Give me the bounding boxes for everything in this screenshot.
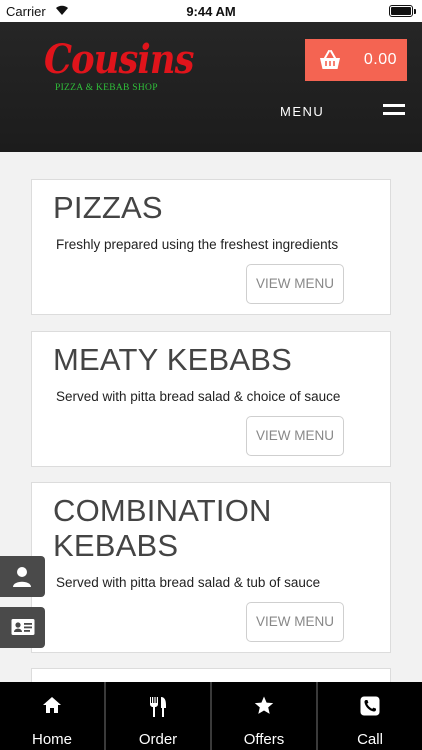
basket-icon: [320, 50, 340, 69]
nav-label: Order: [138, 731, 178, 748]
category-title: MEATY KEBABS: [53, 342, 293, 377]
category-description: Served with pitta bread salad & choice o…: [56, 389, 341, 404]
view-menu-button[interactable]: VIEW MENU: [246, 264, 344, 304]
nav-call[interactable]: Call: [318, 682, 422, 750]
cart-total: 0.00: [363, 51, 397, 68]
phone-icon: [360, 696, 380, 716]
logo-title[interactable]: Cousins: [44, 36, 194, 83]
logo-subtitle: PIZZA & KEBAB SHOP: [55, 83, 158, 93]
category-title: PIZZAS: [53, 190, 163, 225]
view-menu-button[interactable]: VIEW MENU: [246, 416, 344, 456]
status-bar: Carrier 9:44 AM: [0, 0, 422, 22]
home-icon: [43, 697, 61, 713]
nav-label: Call: [357, 731, 383, 748]
side-tab-contact[interactable]: [0, 607, 45, 648]
menu-categories: PIZZAS Freshly prepared using the freshe…: [0, 152, 422, 682]
nav-label: Home: [31, 731, 72, 748]
app-header: Cousins PIZZA & KEBAB SHOP 0.00 MENU: [0, 22, 422, 152]
menu-label[interactable]: MENU: [280, 104, 324, 119]
cutlery-icon: [150, 697, 166, 717]
category-card-combination-kebabs: COMBINATION KEBABS Served with pitta bre…: [31, 482, 391, 653]
category-card-pizzas: PIZZAS Freshly prepared using the freshe…: [31, 179, 391, 315]
nav-order[interactable]: Order: [106, 682, 212, 750]
clock: 9:44 AM: [186, 4, 236, 19]
nav-offers[interactable]: Offers: [212, 682, 318, 750]
nav-label: Offers: [243, 731, 285, 748]
star-icon: [254, 696, 274, 714]
nav-home[interactable]: Home: [0, 682, 106, 750]
category-title: COMBINATION KEBABS: [53, 493, 272, 563]
category-card-meaty-kebabs: MEATY KEBABS Served with pitta bread sal…: [31, 331, 391, 467]
cart-button[interactable]: 0.00: [305, 39, 407, 81]
battery-icon: [389, 5, 416, 17]
category-description: Freshly prepared using the freshest ingr…: [56, 237, 339, 252]
bottom-nav: Home Order Offers Call: [0, 682, 422, 750]
user-icon: [13, 567, 31, 587]
category-description: Served with pitta bread salad & tub of s…: [56, 575, 321, 590]
side-tab-account[interactable]: [0, 556, 45, 597]
contact-card-icon: [11, 619, 35, 635]
view-menu-button[interactable]: VIEW MENU: [246, 602, 344, 642]
category-card-partial: [31, 668, 391, 682]
hamburger-icon[interactable]: [383, 104, 405, 118]
